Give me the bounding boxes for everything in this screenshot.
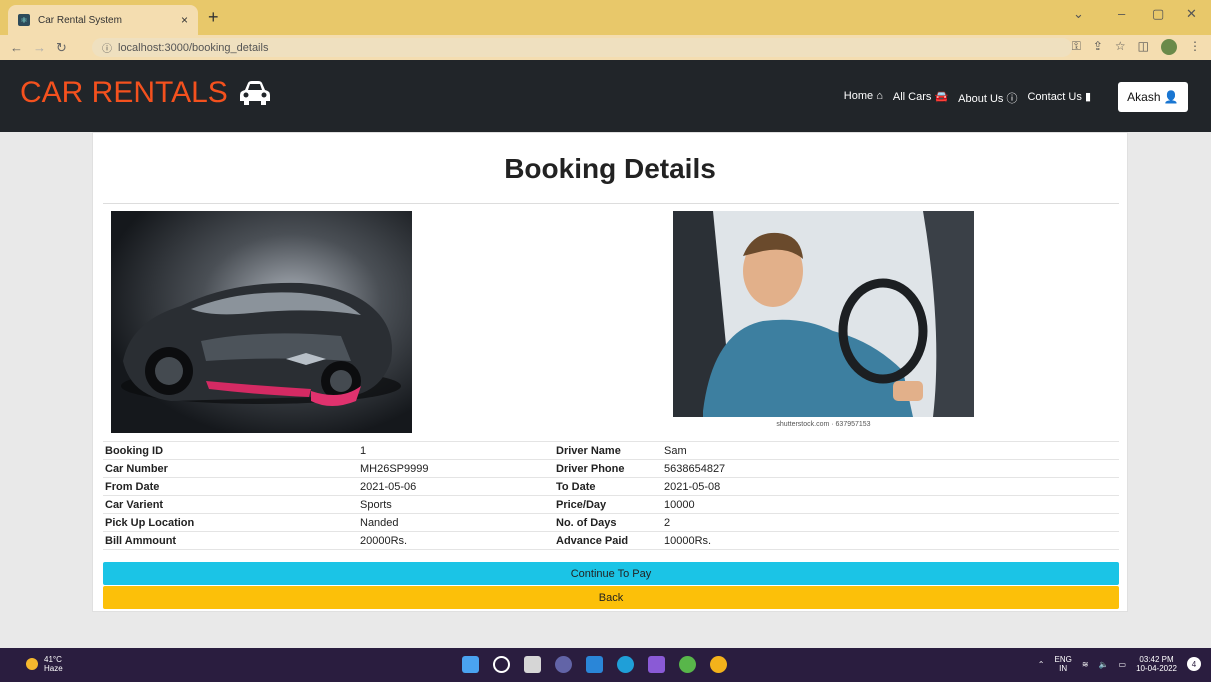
- car-image: [111, 211, 412, 433]
- table-row: Booking ID 1 Driver Name Sam: [103, 441, 1119, 460]
- clock[interactable]: 03:42 PM 10-04-2022: [1136, 655, 1177, 673]
- share-icon[interactable]: ⇪: [1093, 39, 1103, 55]
- react-favicon-icon: ⚛: [18, 14, 30, 26]
- table-row: From Date 2021-05-06 To Date 2021-05-08: [103, 477, 1119, 496]
- detail-label: Car Number: [103, 459, 358, 478]
- detail-value: Sam: [662, 441, 1119, 460]
- chat-icon[interactable]: [555, 656, 572, 673]
- phone-icon: ▮: [1084, 91, 1091, 103]
- image-credit: shutterstock.com · 637957153: [673, 417, 974, 433]
- url-text: localhost:3000/booking_details: [118, 41, 269, 54]
- detail-label: Price/Day: [554, 495, 662, 514]
- nav-about-us[interactable]: About Us ⓘ: [958, 90, 1017, 106]
- battery-icon[interactable]: ▭: [1119, 660, 1127, 669]
- detail-label: Pick Up Location: [103, 513, 358, 532]
- nav-contact-us[interactable]: Contact Us ▮: [1027, 90, 1091, 106]
- mongodb-icon[interactable]: [679, 656, 696, 673]
- start-windows-icon[interactable]: [462, 656, 479, 673]
- nav-all-cars[interactable]: All Cars 🚘: [893, 90, 948, 106]
- tab-title: Car Rental System: [38, 14, 122, 26]
- weather-widget[interactable]: 41°C Haze: [26, 655, 63, 673]
- table-row: Car Varient Sports Price/Day 10000: [103, 495, 1119, 514]
- table-row: Pick Up Location Nanded No. of Days 2: [103, 513, 1119, 532]
- detail-label: No. of Days: [554, 513, 662, 532]
- minimize-button[interactable]: –: [1118, 6, 1125, 21]
- detail-value: 20000Rs.: [358, 531, 554, 550]
- address-bar: ← → ↻ ⓘ localhost:3000/booking_details ⚿…: [0, 35, 1211, 60]
- detail-value: 1: [358, 441, 554, 460]
- brand-logo[interactable]: CAR RENTALS: [20, 76, 272, 110]
- chrome-icon[interactable]: [710, 656, 727, 673]
- weather-condition: Haze: [44, 664, 63, 673]
- detail-label: Car Varient: [103, 495, 358, 514]
- search-icon[interactable]: [493, 656, 510, 673]
- profile-avatar[interactable]: [1161, 39, 1177, 55]
- detail-label: Advance Paid: [554, 531, 662, 550]
- browser-tab[interactable]: ⚛ Car Rental System ×: [8, 5, 198, 35]
- detail-value: 2: [662, 513, 1119, 532]
- task-view-icon[interactable]: [524, 656, 541, 673]
- detail-label: Bill Ammount: [103, 531, 358, 550]
- detail-label: To Date: [554, 477, 662, 496]
- close-window-button[interactable]: ✕: [1186, 6, 1197, 22]
- bookmark-star-icon[interactable]: ☆: [1115, 39, 1126, 55]
- key-icon[interactable]: ⚿: [1072, 39, 1081, 55]
- booking-details-card: Booking Details shutterstock.com · 63795…: [92, 132, 1128, 612]
- visual-studio-icon[interactable]: [648, 656, 665, 673]
- detail-value: 2021-05-06: [358, 477, 554, 496]
- forward-arrow-icon[interactable]: →: [33, 40, 46, 55]
- tab-close-icon[interactable]: ×: [181, 13, 188, 27]
- table-row: Car Number MH26SP9999 Driver Phone 56386548…: [103, 459, 1119, 478]
- windows-taskbar: 41°C Haze ⌃ ENG IN ≋ 🔈 ▭ 03:42 PM 10-04-…: [0, 648, 1211, 682]
- divider: [103, 203, 1119, 204]
- side-panel-icon[interactable]: ◫: [1138, 39, 1149, 55]
- driver-image: [673, 211, 974, 417]
- language-indicator[interactable]: ENG IN: [1055, 655, 1072, 673]
- weather-temp: 41°C: [44, 655, 62, 664]
- page-title: Booking Details: [504, 153, 716, 184]
- table-row: Bill Ammount 20000Rs. Advance Paid 10000Rs.: [103, 531, 1119, 550]
- notification-badge[interactable]: 4: [1187, 657, 1201, 671]
- brand-text: CAR RENTALS: [20, 76, 228, 109]
- detail-value: 2021-05-08: [662, 477, 1119, 496]
- detail-value: Nanded: [358, 513, 554, 532]
- detail-value: 10000: [662, 495, 1119, 514]
- volume-icon[interactable]: 🔈: [1099, 660, 1109, 669]
- user-icon: 👤: [1163, 90, 1179, 104]
- back-button[interactable]: Back: [103, 586, 1119, 609]
- nav-home[interactable]: Home ⌂: [844, 90, 883, 106]
- detail-value: MH26SP9999: [358, 459, 554, 478]
- wifi-icon[interactable]: ≋: [1082, 660, 1089, 669]
- back-arrow-icon[interactable]: ←: [10, 40, 23, 55]
- car-icon: [239, 81, 270, 105]
- tray-chevron-icon[interactable]: ⌃: [1038, 660, 1045, 669]
- detail-value: 5638654827: [662, 459, 1119, 478]
- detail-label: Driver Name: [554, 441, 662, 460]
- site-info-icon[interactable]: ⓘ: [102, 40, 112, 55]
- url-input[interactable]: ⓘ localhost:3000/booking_details: [92, 38, 1072, 57]
- new-tab-button[interactable]: +: [208, 7, 219, 28]
- reload-icon[interactable]: ↻: [56, 40, 67, 56]
- continue-to-pay-button[interactable]: Continue To Pay: [103, 562, 1119, 585]
- browser-tab-strip: ⚛ Car Rental System × + ⌄ – ▢ ✕: [0, 0, 1211, 35]
- info-icon: ⓘ: [1006, 93, 1018, 105]
- detail-label: From Date: [103, 477, 358, 496]
- app-navbar: CAR RENTALS Home ⌂ All Cars 🚘 About Us ⓘ…: [0, 60, 1211, 132]
- vscode-icon[interactable]: [586, 656, 603, 673]
- menu-kebab-icon[interactable]: ⋮: [1189, 39, 1201, 55]
- detail-value: Sports: [358, 495, 554, 514]
- detail-label: Booking ID: [103, 441, 358, 460]
- sun-icon: [26, 658, 38, 670]
- detail-value: 10000Rs.: [662, 531, 1119, 550]
- home-icon: ⌂: [876, 90, 883, 102]
- car-small-icon: 🚘: [934, 91, 949, 103]
- booking-details-table: Booking ID 1 Driver Name Sam Car Number MH26S…: [103, 441, 1119, 550]
- edge-icon[interactable]: [617, 656, 634, 673]
- user-account-button[interactable]: Akash 👤: [1118, 82, 1188, 112]
- restore-button[interactable]: ▢: [1152, 6, 1164, 22]
- detail-label: Driver Phone: [554, 459, 662, 478]
- tab-search-icon[interactable]: ⌄: [1073, 6, 1084, 22]
